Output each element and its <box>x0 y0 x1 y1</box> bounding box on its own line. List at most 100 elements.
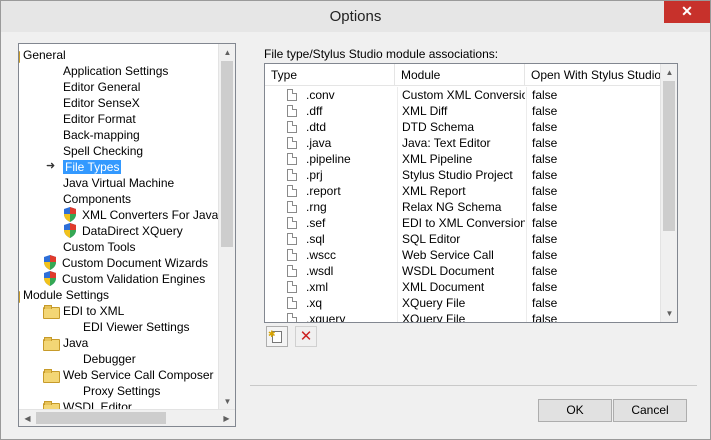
cell-open-with[interactable]: false <box>526 199 660 215</box>
table-row[interactable]: .prj Stylus Studio Project false <box>265 167 661 183</box>
tree-item[interactable]: Java <box>43 335 88 351</box>
cell-module[interactable]: XML Report <box>397 183 525 199</box>
cell-module[interactable]: Relax NG Schema <box>397 199 525 215</box>
cell-module[interactable]: Java: Text Editor <box>397 135 525 151</box>
table-row[interactable]: .java Java: Text Editor false <box>265 135 661 151</box>
tree-item[interactable]: General <box>19 47 66 63</box>
scroll-down-icon[interactable]: ▼ <box>219 393 235 410</box>
cancel-button[interactable]: Cancel <box>613 399 687 422</box>
table-row[interactable]: .sql SQL Editor false <box>265 231 661 247</box>
options-tree[interactable]: General Application Settings Editor Genera… <box>18 43 236 427</box>
table-row[interactable]: .report XML Report false <box>265 183 661 199</box>
cell-type: .wsdl <box>287 263 395 279</box>
cell-module[interactable]: Web Service Call <box>397 247 525 263</box>
tree-item[interactable]: Web Service Call Composer <box>43 367 214 383</box>
table-row[interactable]: .xml XML Document false <box>265 279 661 295</box>
cell-open-with[interactable]: false <box>526 183 660 199</box>
tree-item[interactable]: Back-mapping <box>63 127 140 143</box>
table-row[interactable]: .xq XQuery File false <box>265 295 661 311</box>
tree-item-label: Application Settings <box>63 64 169 78</box>
new-association-button[interactable] <box>266 325 288 347</box>
tree-item[interactable]: EDI to XML <box>43 303 124 319</box>
tree-item[interactable]: EDI Viewer Settings <box>83 319 190 335</box>
scroll-up-icon[interactable]: ▲ <box>661 64 677 81</box>
scroll-left-icon[interactable]: ◀ <box>19 410 36 426</box>
scroll-thumb[interactable] <box>221 61 233 247</box>
tree-item[interactable]: Editor Format <box>63 111 136 127</box>
tree-item-label: Module Settings <box>23 288 110 302</box>
file-extension: .sql <box>306 232 325 246</box>
column-header-module[interactable]: Module <box>395 64 525 86</box>
cell-type: .wscc <box>287 247 395 263</box>
column-header-open-with[interactable]: Open With Stylus Studio <box>525 64 661 86</box>
column-header-type[interactable]: Type <box>265 64 395 86</box>
table-row[interactable]: .wscc Web Service Call false <box>265 247 661 263</box>
grid-vertical-scrollbar[interactable]: ▲ ▼ <box>660 64 677 322</box>
tree-item[interactable]: Editor SenseX <box>63 95 140 111</box>
table-row[interactable]: .pipeline XML Pipeline false <box>265 151 661 167</box>
cell-open-with[interactable]: false <box>526 215 660 231</box>
cell-module[interactable]: XML Pipeline <box>397 151 525 167</box>
tree-horizontal-scrollbar[interactable]: ◀ ▶ <box>19 409 235 426</box>
cell-open-with[interactable]: false <box>526 135 660 151</box>
tree-item[interactable]: Editor General <box>63 79 140 95</box>
table-row[interactable]: .rng Relax NG Schema false <box>265 199 661 215</box>
table-row[interactable]: .sef EDI to XML Conversion false <box>265 215 661 231</box>
cell-open-with[interactable]: false <box>526 231 660 247</box>
cell-module[interactable]: SQL Editor <box>397 231 525 247</box>
scroll-right-icon[interactable]: ▶ <box>218 410 235 426</box>
scroll-thumb[interactable] <box>36 412 166 424</box>
cell-open-with[interactable]: false <box>526 247 660 263</box>
cell-open-with[interactable]: false <box>526 295 660 311</box>
cell-module[interactable]: Custom XML Conversion <box>397 87 525 103</box>
scroll-down-icon[interactable]: ▼ <box>661 305 677 322</box>
tree-item[interactable]: Custom Validation Engines <box>43 271 205 287</box>
cell-module[interactable]: XQuery File <box>397 311 525 322</box>
tree-item-label: DataDirect XQuery <box>82 224 183 238</box>
scroll-up-icon[interactable]: ▲ <box>219 44 235 61</box>
tree-item[interactable]: Application Settings <box>63 63 168 79</box>
ok-button[interactable]: OK <box>538 399 612 422</box>
delete-association-button[interactable]: ✕ <box>295 326 317 347</box>
tree-vertical-scrollbar[interactable]: ▲ ▼ <box>218 44 235 410</box>
folder-icon <box>43 305 60 319</box>
file-extension: .conv <box>306 88 335 102</box>
cell-module[interactable]: XML Diff <box>397 103 525 119</box>
table-row[interactable]: .wsdl WSDL Document false <box>265 263 661 279</box>
cell-open-with[interactable]: false <box>526 279 660 295</box>
tree-item[interactable]: Custom Document Wizards <box>43 255 208 271</box>
tree-item[interactable]: File Types <box>63 159 122 175</box>
tree-item[interactable]: Proxy Settings <box>83 383 160 399</box>
cell-module[interactable]: EDI to XML Conversion <box>397 215 525 231</box>
table-row[interactable]: .dtd DTD Schema false <box>265 119 661 135</box>
tree-item-label: Debugger <box>83 352 136 366</box>
cell-open-with[interactable]: false <box>526 263 660 279</box>
tree-item[interactable]: Debugger <box>83 351 136 367</box>
cell-module[interactable]: WSDL Document <box>397 263 525 279</box>
tree-item[interactable]: DataDirect XQuery <box>63 223 183 239</box>
cell-open-with[interactable]: false <box>526 151 660 167</box>
tree-item[interactable]: Java Virtual Machine <box>63 175 174 191</box>
cell-type: .report <box>287 183 395 199</box>
scroll-thumb[interactable] <box>663 81 675 231</box>
separator <box>250 385 697 386</box>
cell-module[interactable]: DTD Schema <box>397 119 525 135</box>
tree-item[interactable]: Custom Tools <box>63 239 135 255</box>
tree-item[interactable]: XML Converters For Java <box>63 207 218 223</box>
close-button[interactable]: ✕ <box>664 1 710 23</box>
tree-item[interactable]: Spell Checking <box>63 143 143 159</box>
cell-open-with[interactable]: false <box>526 119 660 135</box>
cell-open-with[interactable]: false <box>526 167 660 183</box>
cell-open-with[interactable]: false <box>526 87 660 103</box>
table-row[interactable]: .dff XML Diff false <box>265 103 661 119</box>
cell-module[interactable]: XML Document <box>397 279 525 295</box>
cell-open-with[interactable]: false <box>526 103 660 119</box>
tree-item[interactable]: Components <box>63 191 131 207</box>
associations-grid[interactable]: Type Module Open With Stylus Studio .con… <box>264 63 678 323</box>
table-row[interactable]: .xquery XQuery File false <box>265 311 661 322</box>
cell-module[interactable]: Stylus Studio Project <box>397 167 525 183</box>
table-row[interactable]: .conv Custom XML Conversion false <box>265 87 661 103</box>
tree-item[interactable]: Module Settings <box>19 287 110 303</box>
cell-module[interactable]: XQuery File <box>397 295 525 311</box>
cell-open-with[interactable]: false <box>526 311 660 322</box>
